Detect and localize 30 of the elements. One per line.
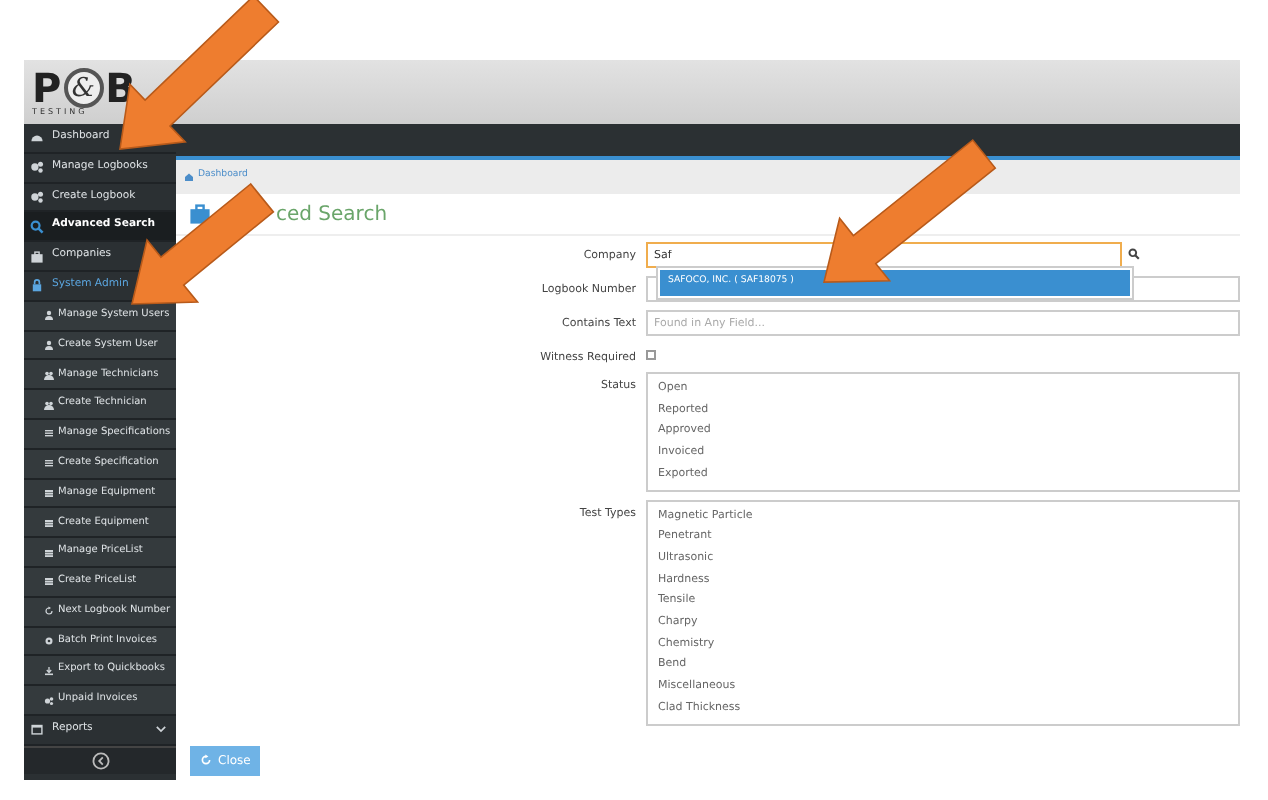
list-icon bbox=[44, 458, 54, 469]
page-title: ced Search bbox=[276, 201, 388, 229]
table-icon bbox=[44, 576, 54, 587]
dashboard-icon bbox=[30, 130, 44, 145]
search-icon[interactable] bbox=[1128, 248, 1140, 260]
list-icon bbox=[44, 428, 54, 439]
gears-icon bbox=[30, 160, 44, 175]
gears-icon bbox=[44, 695, 54, 706]
lock-icon bbox=[30, 278, 44, 293]
refresh-icon bbox=[200, 754, 212, 767]
gear-icon bbox=[44, 635, 54, 646]
download-icon bbox=[44, 665, 54, 676]
refresh-icon bbox=[44, 606, 54, 617]
checkbox[interactable] bbox=[646, 350, 656, 360]
briefcase-icon bbox=[30, 249, 44, 264]
table-icon bbox=[44, 517, 54, 528]
user-icon bbox=[44, 310, 54, 321]
table-icon bbox=[44, 547, 54, 558]
gears-icon bbox=[30, 189, 44, 204]
users-icon bbox=[44, 399, 54, 410]
collapse-icon[interactable] bbox=[91, 751, 109, 770]
chevron-icon bbox=[154, 722, 168, 737]
logo-ampersand: & bbox=[63, 68, 104, 108]
briefcase-icon bbox=[188, 202, 212, 226]
table-icon bbox=[44, 487, 54, 498]
calendar-icon bbox=[30, 722, 44, 737]
user-icon bbox=[44, 339, 54, 350]
users-icon bbox=[44, 369, 54, 380]
logo-letter: P bbox=[32, 68, 62, 108]
search-icon bbox=[30, 219, 44, 234]
